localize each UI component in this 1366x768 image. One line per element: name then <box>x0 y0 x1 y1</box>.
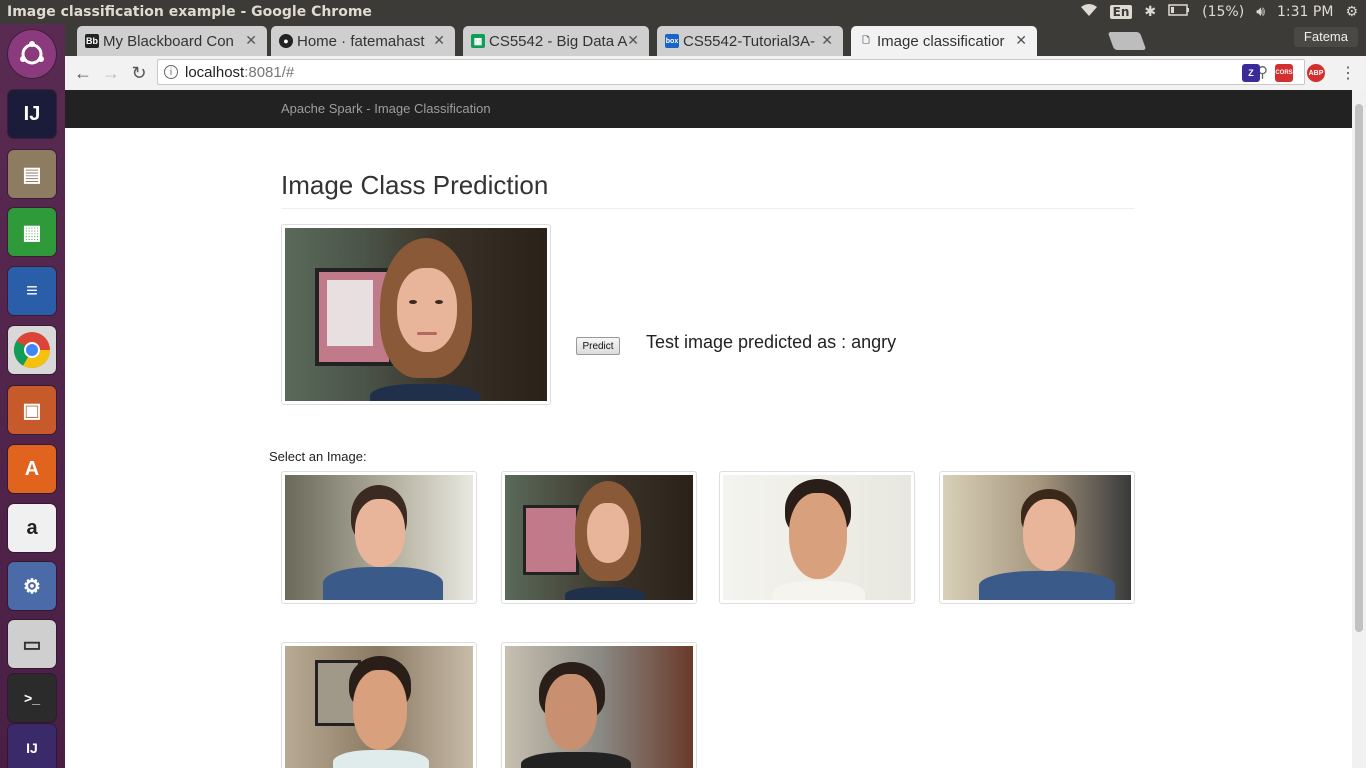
battery-icon[interactable] <box>1168 4 1190 20</box>
gallery-image-3[interactable] <box>719 471 915 604</box>
test-image <box>281 224 551 405</box>
back-arrow-icon[interactable]: ← <box>73 63 93 83</box>
wifi-icon[interactable] <box>1080 3 1098 21</box>
predict-button[interactable]: Predict <box>576 337 620 355</box>
close-tab-icon[interactable]: ✕ <box>433 32 445 49</box>
select-image-label: Select an Image: <box>269 449 367 464</box>
tab-github[interactable]: ● Home · fatemahast ✕ <box>271 26 455 56</box>
site-navbar: Apache Spark - Image Classification <box>65 90 1352 128</box>
tab-box[interactable]: box CS5542-Tutorial3A- ✕ <box>657 26 843 56</box>
document-icon: 🗋 <box>862 35 870 45</box>
scrollbar-thumb[interactable] <box>1355 104 1363 632</box>
test-image-photo <box>285 228 547 401</box>
clock[interactable]: 1:31 PM <box>1277 4 1333 20</box>
site-info-icon[interactable]: i <box>164 65 178 79</box>
chrome-tab-strip: Bb My Blackboard Con ✕ ● Home · fatemaha… <box>65 24 1366 56</box>
settings-gear-icon[interactable]: ⚙ <box>1345 4 1358 20</box>
page-title: Image Class Prediction <box>281 170 549 200</box>
profile-button[interactable]: Fatema <box>1293 27 1358 47</box>
cors-extension-icon[interactable]: CORS <box>1275 64 1293 82</box>
bluetooth-icon[interactable]: ✱ <box>1144 4 1156 20</box>
ubuntu-dash-icon[interactable] <box>8 30 56 78</box>
heading-divider <box>281 208 1135 209</box>
chrome-menu-icon[interactable]: ⋮ <box>1340 63 1356 83</box>
system-settings-icon[interactable]: ⚙ <box>8 562 56 610</box>
stacked-apps-icon[interactable]: IJ <box>8 724 56 768</box>
battery-percent: (15%) <box>1202 4 1245 20</box>
navbar-brand[interactable]: Apache Spark - Image Classification <box>281 101 491 116</box>
gallery-image-1[interactable] <box>281 471 477 604</box>
page-scrollbar[interactable] <box>1352 90 1366 768</box>
forward-arrow-icon[interactable]: → <box>101 63 121 83</box>
close-tab-icon[interactable]: ✕ <box>821 32 833 49</box>
amazon-icon[interactable]: a <box>8 504 56 552</box>
blackboard-icon: Bb <box>85 34 99 48</box>
gallery-image-4[interactable] <box>939 471 1135 604</box>
window-title: Image classification example - Google Ch… <box>7 4 372 20</box>
address-bar[interactable]: i localhost:8081/# ⚲ ☆ <box>157 59 1305 85</box>
reload-icon[interactable]: ↻ <box>129 63 149 83</box>
intellij-icon[interactable]: IJ <box>8 90 56 138</box>
libreoffice-calc-icon[interactable]: ▦ <box>8 208 56 256</box>
github-icon: ● <box>279 34 293 48</box>
terminal-icon[interactable]: >_ <box>8 674 56 722</box>
files-icon[interactable]: ▤ <box>8 150 56 198</box>
tab-sheets[interactable]: ▦ CS5542 - Big Data A ✕ <box>463 26 649 56</box>
system-top-panel: Image classification example - Google Ch… <box>0 0 1366 24</box>
chrome-icon[interactable] <box>8 326 56 374</box>
url-text[interactable]: localhost:8081/# <box>185 64 294 81</box>
libreoffice-impress-icon[interactable]: ▣ <box>8 386 56 434</box>
tab-image-classification[interactable]: 🗋 Image classificatior ✕ <box>851 26 1037 56</box>
system-tray: En ✱ (15%) 🔊︎ 1:31 PM ⚙ <box>1080 0 1358 24</box>
volume-icon[interactable]: 🔊︎ <box>1256 4 1265 20</box>
box-icon: box <box>665 34 679 48</box>
adblock-extension-icon[interactable]: ABP <box>1307 64 1325 82</box>
gallery-image-6[interactable] <box>501 642 697 768</box>
web-page: Apache Spark - Image Classification Imag… <box>65 90 1352 768</box>
gallery-image-2[interactable] <box>501 471 697 604</box>
unity-launcher: IJ ▤ ▦ ≡ ▣ A a ⚙ ▭ >_ IJ <box>0 24 65 768</box>
chrome-toolbar: ← → ↻ i localhost:8081/# ⚲ ☆ Z CORS ABP … <box>65 56 1366 91</box>
gallery-image-5[interactable] <box>281 642 477 768</box>
tab-blackboard[interactable]: Bb My Blackboard Con ✕ <box>77 26 267 56</box>
keyboard-layout-indicator[interactable]: En <box>1109 5 1133 19</box>
close-tab-icon[interactable]: ✕ <box>245 32 257 49</box>
sheets-icon: ▦ <box>471 34 485 48</box>
drive-icon[interactable]: ▭ <box>8 620 56 668</box>
new-tab-button[interactable] <box>1107 32 1147 50</box>
close-tab-icon[interactable]: ✕ <box>1015 32 1027 49</box>
libreoffice-writer-icon[interactable]: ≡ <box>8 267 56 315</box>
prediction-result: Test image predicted as : angry <box>646 332 897 352</box>
zotero-extension-icon[interactable]: Z <box>1242 64 1260 82</box>
close-tab-icon[interactable]: ✕ <box>627 32 639 49</box>
software-center-icon[interactable]: A <box>8 445 56 493</box>
